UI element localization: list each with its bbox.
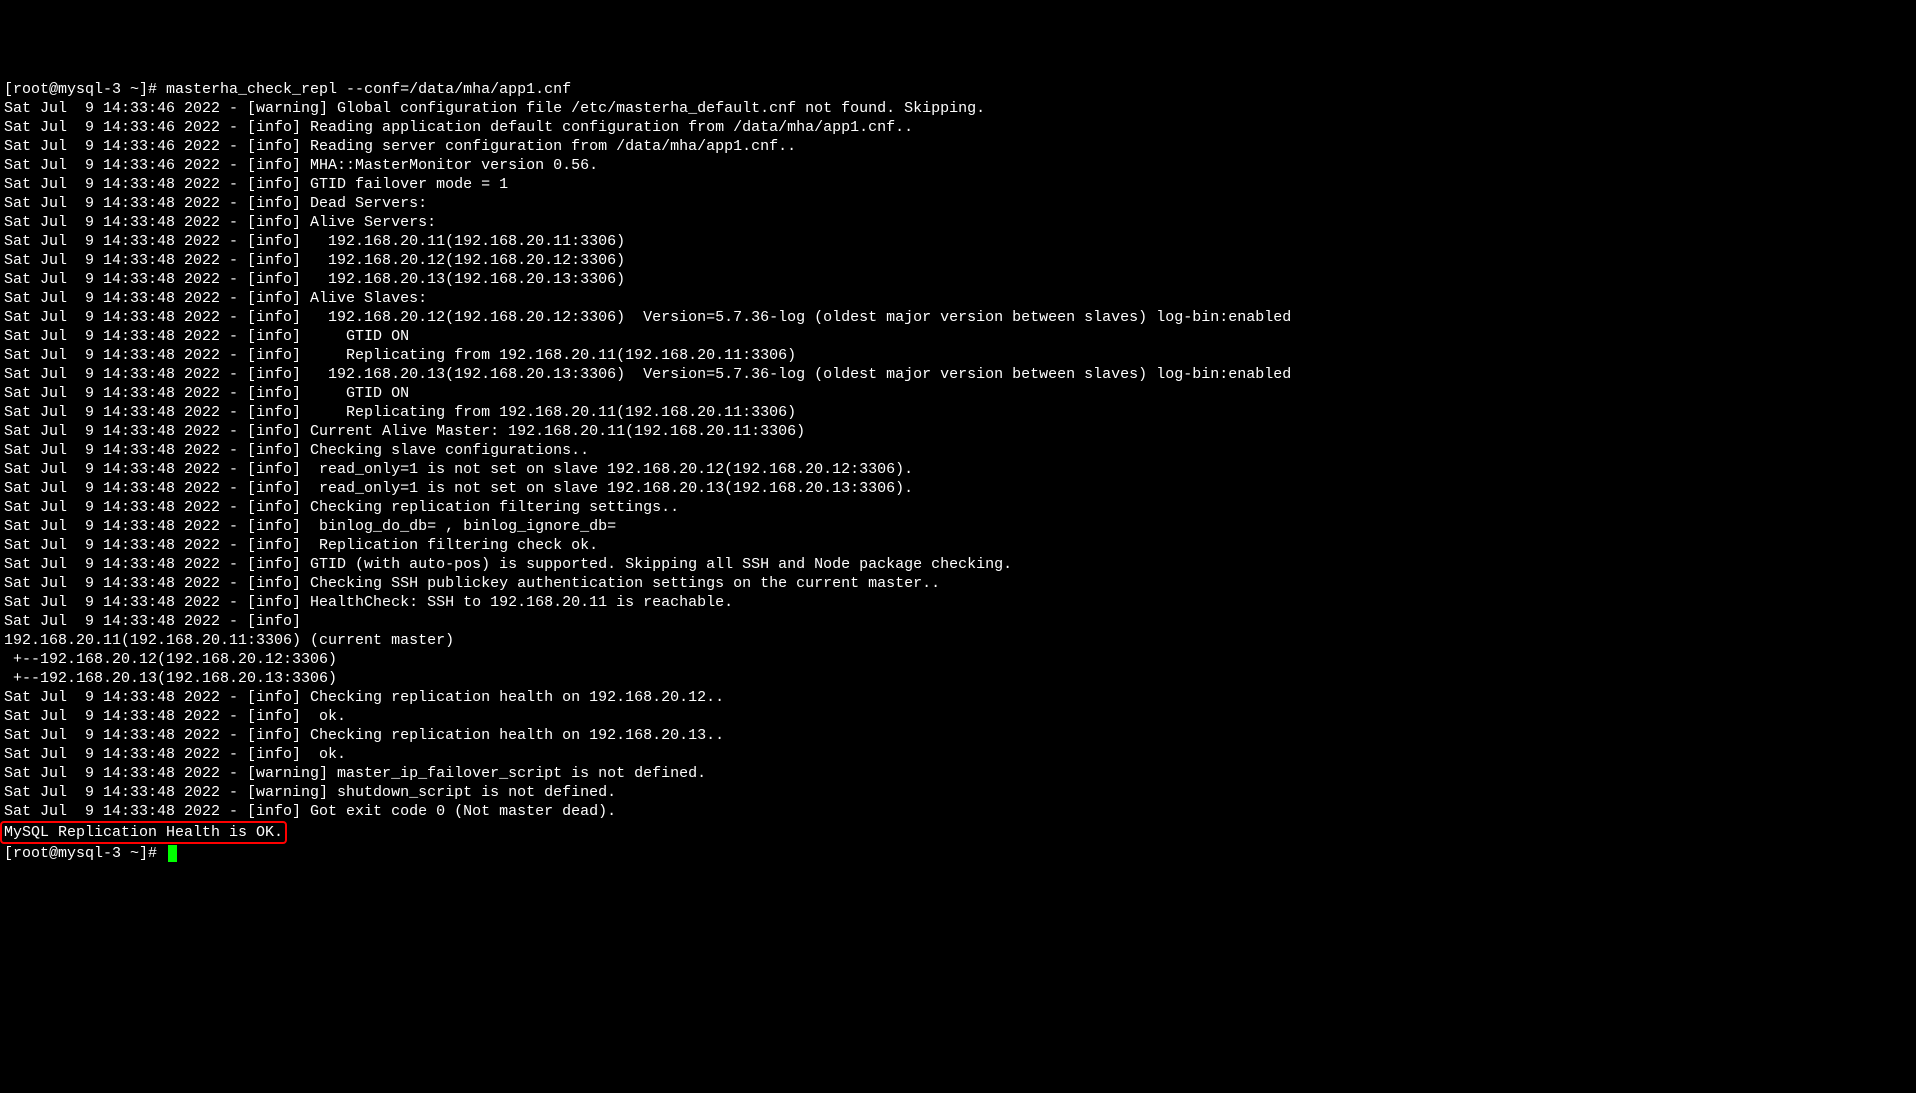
log-line: Sat Jul 9 14:33:48 2022 - [info] GTID ON xyxy=(4,327,1912,346)
log-line: Sat Jul 9 14:33:48 2022 - [info] Checkin… xyxy=(4,688,1912,707)
log-line: Sat Jul 9 14:33:48 2022 - [info] Checkin… xyxy=(4,726,1912,745)
log-line: Sat Jul 9 14:33:46 2022 - [info] Reading… xyxy=(4,137,1912,156)
log-line: Sat Jul 9 14:33:48 2022 - [info] 192.168… xyxy=(4,365,1912,384)
log-line: Sat Jul 9 14:33:48 2022 - [info] ok. xyxy=(4,707,1912,726)
log-line: +--192.168.20.12(192.168.20.12:3306) xyxy=(4,650,1912,669)
log-line: Sat Jul 9 14:33:48 2022 - [info] GTID (w… xyxy=(4,555,1912,574)
log-line: Sat Jul 9 14:33:46 2022 - [info] Reading… xyxy=(4,118,1912,137)
highlighted-status: MySQL Replication Health is OK. xyxy=(0,821,287,844)
log-line: Sat Jul 9 14:33:48 2022 - [info] Dead Se… xyxy=(4,194,1912,213)
log-line: Sat Jul 9 14:33:46 2022 - [warning] Glob… xyxy=(4,99,1912,118)
command-line-2[interactable]: [root@mysql-3 ~]# xyxy=(4,844,1912,863)
log-line: 192.168.20.11(192.168.20.11:3306) (curre… xyxy=(4,631,1912,650)
log-line: Sat Jul 9 14:33:48 2022 - [info] Replica… xyxy=(4,346,1912,365)
log-line: Sat Jul 9 14:33:48 2022 - [info] Current… xyxy=(4,422,1912,441)
log-line: Sat Jul 9 14:33:48 2022 - [info] Alive S… xyxy=(4,289,1912,308)
log-line: Sat Jul 9 14:33:48 2022 - [info] GTID ON xyxy=(4,384,1912,403)
log-line: Sat Jul 9 14:33:48 2022 - [info] 192.168… xyxy=(4,308,1912,327)
log-line: Sat Jul 9 14:33:48 2022 - [info] 192.168… xyxy=(4,251,1912,270)
log-line: Sat Jul 9 14:33:48 2022 - [warning] shut… xyxy=(4,783,1912,802)
log-line: Sat Jul 9 14:33:48 2022 - [info] read_on… xyxy=(4,479,1912,498)
prompt: [root@mysql-3 ~]# xyxy=(4,81,166,98)
log-line: Sat Jul 9 14:33:48 2022 - [info] Checkin… xyxy=(4,441,1912,460)
log-line: Sat Jul 9 14:33:48 2022 - [info] 192.168… xyxy=(4,270,1912,289)
log-line: Sat Jul 9 14:33:48 2022 - [info] Got exi… xyxy=(4,802,1912,821)
log-line: Sat Jul 9 14:33:48 2022 - [info] ok. xyxy=(4,745,1912,764)
prompt: [root@mysql-3 ~]# xyxy=(4,845,166,862)
log-line: +--192.168.20.13(192.168.20.13:3306) xyxy=(4,669,1912,688)
log-line: Sat Jul 9 14:33:48 2022 - [info] Replica… xyxy=(4,403,1912,422)
log-line: Sat Jul 9 14:33:48 2022 - [info] Checkin… xyxy=(4,574,1912,593)
log-line: Sat Jul 9 14:33:48 2022 - [info] read_on… xyxy=(4,460,1912,479)
log-line: Sat Jul 9 14:33:48 2022 - [info] binlog_… xyxy=(4,517,1912,536)
command-line-1: [root@mysql-3 ~]# masterha_check_repl --… xyxy=(4,80,1912,99)
cursor-icon xyxy=(168,845,177,862)
log-line: Sat Jul 9 14:33:46 2022 - [info] MHA::Ma… xyxy=(4,156,1912,175)
command-text: masterha_check_repl --conf=/data/mha/app… xyxy=(166,81,571,98)
log-line: Sat Jul 9 14:33:48 2022 - [info] Replica… xyxy=(4,536,1912,555)
log-line: Sat Jul 9 14:33:48 2022 - [info] Checkin… xyxy=(4,498,1912,517)
terminal-output: Sat Jul 9 14:33:46 2022 - [warning] Glob… xyxy=(4,99,1912,821)
log-line: Sat Jul 9 14:33:48 2022 - [info] 192.168… xyxy=(4,232,1912,251)
log-line: Sat Jul 9 14:33:48 2022 - [warning] mast… xyxy=(4,764,1912,783)
log-line: Sat Jul 9 14:33:48 2022 - [info] HealthC… xyxy=(4,593,1912,612)
log-line: Sat Jul 9 14:33:48 2022 - [info] Alive S… xyxy=(4,213,1912,232)
log-line: Sat Jul 9 14:33:48 2022 - [info] xyxy=(4,612,1912,631)
log-line: Sat Jul 9 14:33:48 2022 - [info] GTID fa… xyxy=(4,175,1912,194)
